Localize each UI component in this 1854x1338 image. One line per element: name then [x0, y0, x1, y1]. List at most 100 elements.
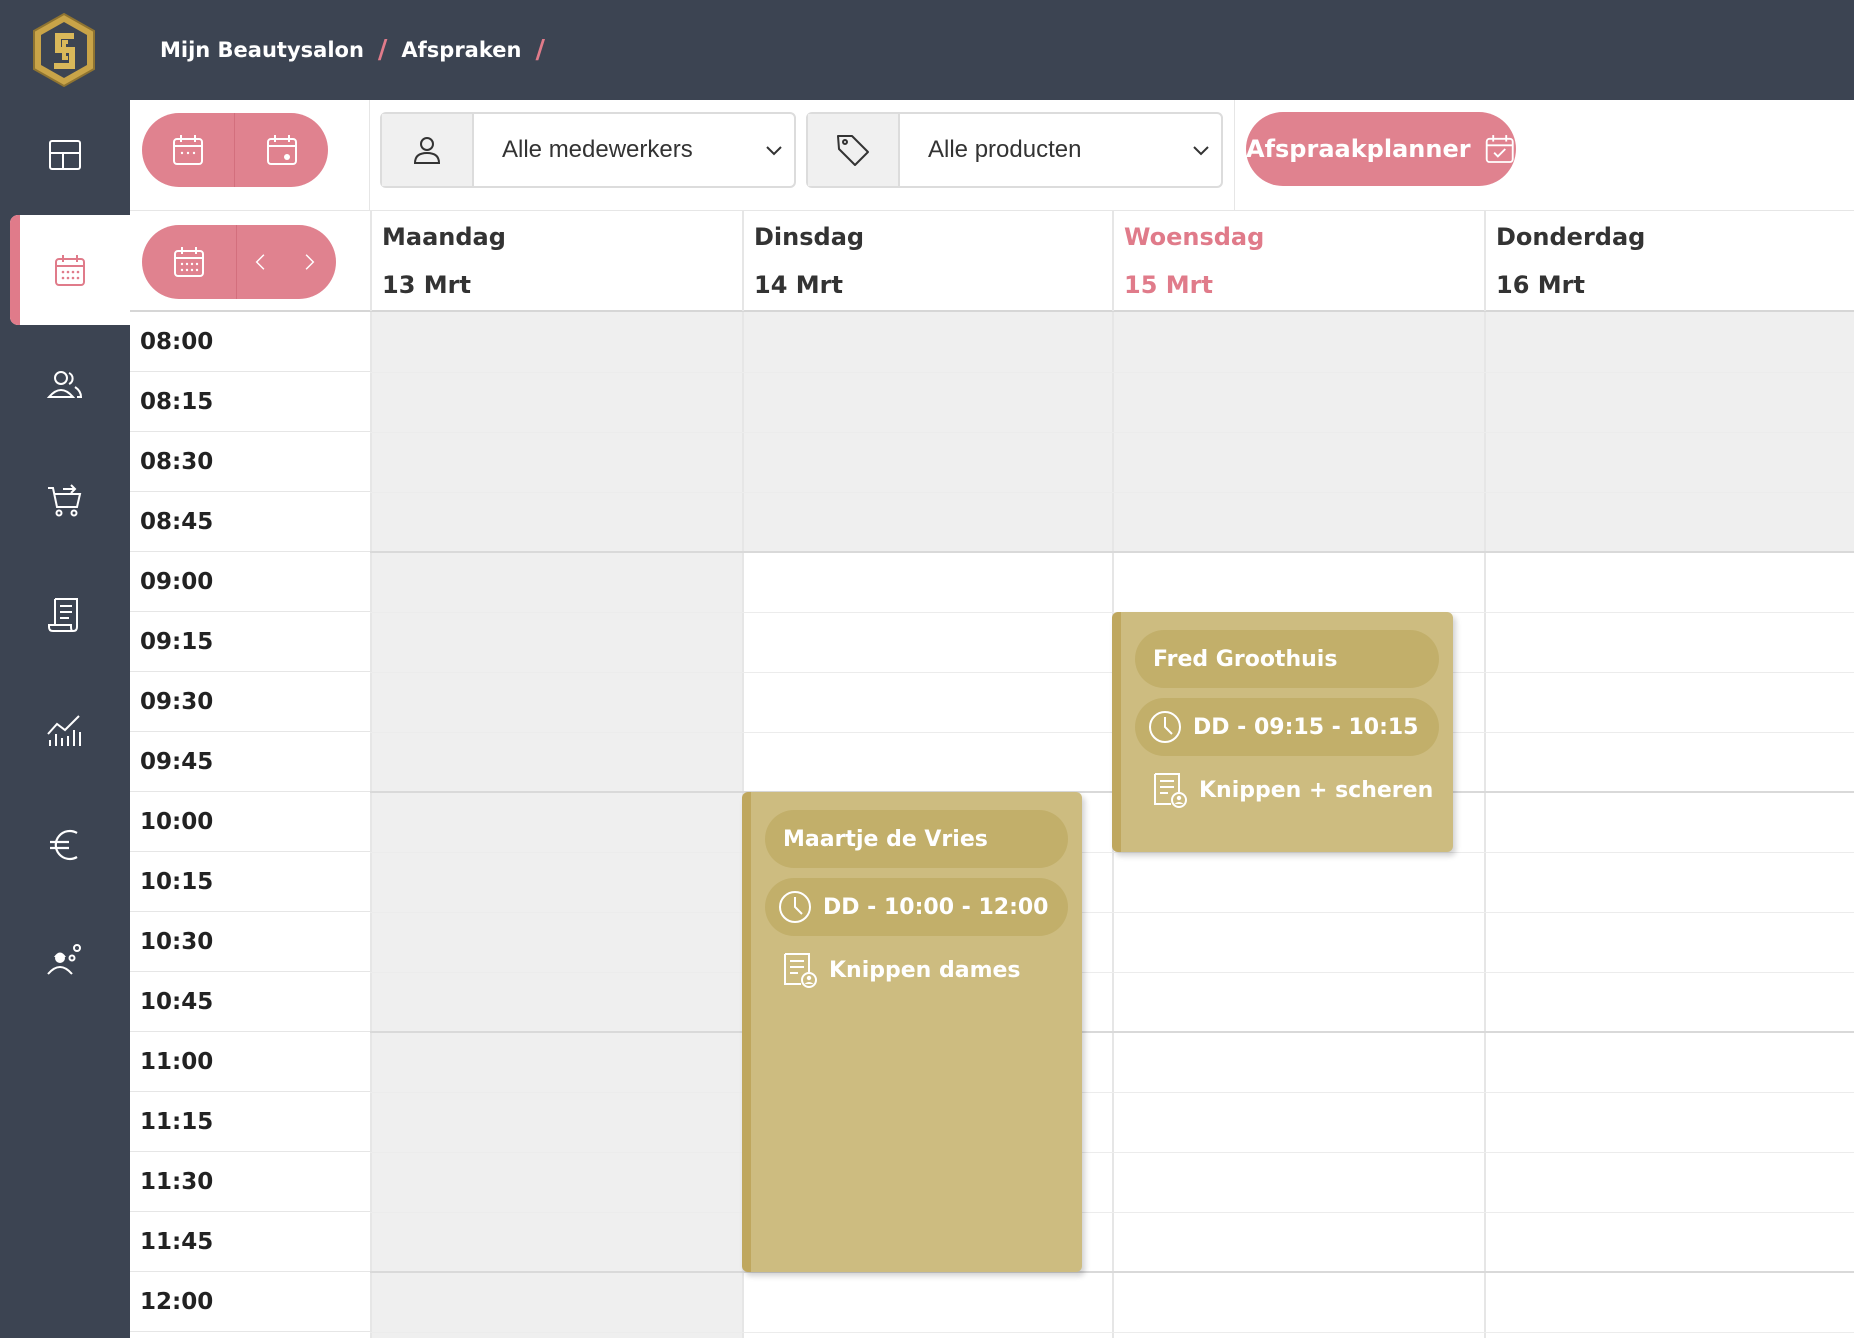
customer-name: Maartje de Vries [783, 826, 988, 852]
calendar-grid: 08:00 08:15 08:30 08:45 09:00 09:15 09:3… [130, 312, 1854, 1338]
grid-line [370, 492, 1854, 493]
sidebar-item-shop[interactable] [0, 445, 130, 555]
sidebar-item-invoices[interactable] [0, 560, 130, 670]
grid-line [370, 1212, 1854, 1213]
time-label: 09:00 [130, 552, 370, 612]
breadcrumb-item-salon[interactable]: Mijn Beautysalon [160, 38, 364, 62]
service-icon [1154, 773, 1187, 808]
chevron-down-icon [754, 114, 794, 186]
time-label: 08:00 [130, 312, 370, 372]
top-bar: Mijn Beautysalon / Afspraken / [130, 0, 1854, 100]
date-navigation [142, 225, 336, 299]
appointment-planner-label: Afspraakplanner [1246, 135, 1471, 163]
grid-line [370, 612, 1854, 613]
sidebar-item-staff-settings[interactable] [0, 905, 130, 1015]
users-icon [46, 371, 83, 398]
day-date: 16 Mrt [1496, 271, 1585, 299]
staff-filter-select[interactable]: Alle medewerkers [380, 112, 796, 188]
calendar-header: Maandag 13 Mrt Dinsdag 14 Mrt Woensdag 1… [130, 210, 1854, 312]
appointment-time-text: DD - 09:15 - 10:15 [1193, 714, 1419, 740]
grid-line [370, 372, 1854, 373]
day-date: 14 Mrt [754, 271, 843, 299]
appointment-customer: Maartje de Vries [765, 810, 1068, 868]
time-label: 11:00 [130, 1032, 370, 1092]
time-column: 08:00 08:15 08:30 08:45 09:00 09:15 09:3… [130, 312, 370, 1338]
staff-filter-value: Alle medewerkers [502, 136, 693, 163]
day-header-monday: Maandag 13 Mrt [370, 211, 742, 311]
day-name: Donderdag [1496, 223, 1646, 251]
sidebar-item-dashboard[interactable] [0, 100, 130, 210]
grid-line [370, 912, 1854, 913]
appointment-card[interactable]: Maartje de Vries DD - 10:00 - 12:00 Knip… [742, 792, 1082, 1272]
date-picker-button[interactable] [142, 225, 236, 299]
chevron-down-icon [1181, 114, 1221, 186]
calendar-icon [174, 247, 204, 277]
grid-line [370, 1092, 1854, 1093]
day-name: Maandag [382, 223, 506, 251]
chart-icon [47, 715, 81, 746]
sidebar-item-customers[interactable] [0, 330, 130, 440]
time-label: 10:15 [130, 852, 370, 912]
clock-icon [1149, 711, 1181, 743]
day-name: Dinsdag [754, 223, 865, 251]
next-week-button[interactable] [285, 225, 333, 299]
app-logo[interactable] [30, 12, 98, 88]
product-filter-value: Alle producten [928, 136, 1082, 163]
cart-icon [48, 484, 82, 517]
time-label: 12:00 [130, 1272, 370, 1332]
time-label: 09:45 [130, 732, 370, 792]
appointment-time: DD - 09:15 - 10:15 [1135, 698, 1439, 756]
day-column-thursday[interactable] [1484, 312, 1854, 1338]
calendar-check-icon [1485, 135, 1514, 163]
grid-line [370, 432, 1854, 433]
product-filter-select[interactable]: Alle producten [806, 112, 1223, 188]
appointment-time: DD - 10:00 - 12:00 [765, 878, 1068, 936]
previous-week-button[interactable] [237, 225, 285, 299]
grid-line [370, 551, 1854, 553]
grid-line [370, 972, 1854, 973]
day-date: 15 Mrt [1124, 271, 1213, 299]
week-view-button[interactable] [142, 113, 234, 187]
calendar-icon [173, 135, 203, 165]
day-column-monday[interactable] [370, 312, 742, 1338]
time-label: 08:15 [130, 372, 370, 432]
tag-icon [808, 114, 900, 186]
time-label: 11:45 [130, 1212, 370, 1272]
appointment-service: Knippen dames [781, 948, 1068, 992]
time-label: 10:00 [130, 792, 370, 852]
clock-icon [779, 891, 811, 923]
time-label: 11:15 [130, 1092, 370, 1152]
calendar-day-icon [266, 135, 297, 165]
receipt-icon [48, 598, 78, 632]
day-view-button[interactable] [235, 113, 328, 187]
layout-icon [49, 140, 81, 170]
breadcrumb-item-appointments[interactable]: Afspraken [401, 38, 521, 62]
day-date: 13 Mrt [382, 271, 471, 299]
sidebar-item-finance[interactable] [0, 790, 130, 900]
time-label: 08:30 [130, 432, 370, 492]
service-name: Knippen dames [829, 957, 1021, 983]
day-header-wednesday: Woensdag 15 Mrt [1112, 211, 1484, 311]
day-name: Woensdag [1124, 223, 1265, 251]
grid-line [370, 1031, 1854, 1033]
euro-icon [50, 829, 78, 861]
user-gear-icon [47, 944, 81, 975]
time-label: 10:45 [130, 972, 370, 1032]
day-header-tuesday: Dinsdag 14 Mrt [742, 211, 1112, 311]
grid-line [370, 1152, 1854, 1153]
divider [369, 100, 370, 210]
user-icon [382, 114, 474, 186]
view-toggle-group [142, 113, 328, 187]
time-label: 09:15 [130, 612, 370, 672]
appointment-time-text: DD - 10:00 - 12:00 [823, 894, 1049, 920]
appointment-planner-button[interactable]: Afspraakplanner [1246, 112, 1516, 186]
breadcrumb-separator: / [535, 35, 545, 65]
time-label: 08:45 [130, 492, 370, 552]
appointment-card[interactable]: Fred Groothuis DD - 09:15 - 10:15 Knippe… [1112, 612, 1453, 852]
sidebar-item-reports[interactable] [0, 675, 130, 785]
time-label: 10:30 [130, 912, 370, 972]
breadcrumb-separator: / [377, 35, 388, 65]
sidebar-item-appointments[interactable] [10, 215, 130, 325]
chevron-left-icon [255, 254, 265, 270]
chevron-right-icon [305, 254, 315, 270]
